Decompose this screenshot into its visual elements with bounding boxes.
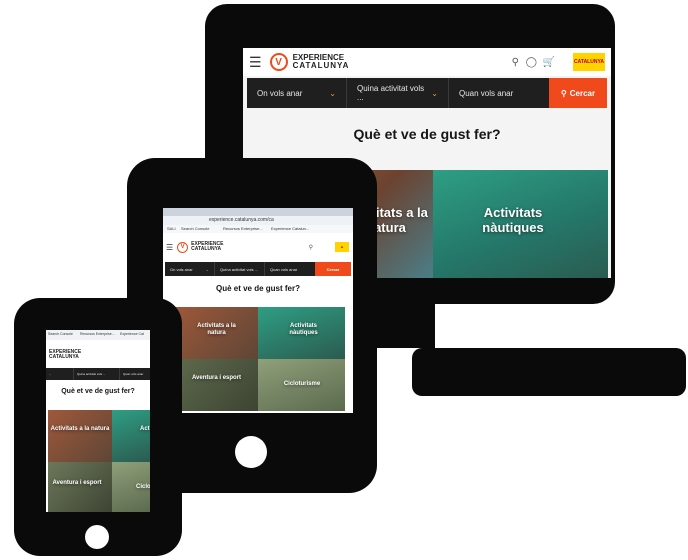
chevron-down-icon: ⌄ <box>205 266 209 272</box>
tablet-header: ☰ V EXPERIENCE CATALUNYA ⚲ ■ <box>163 234 353 260</box>
bookmark-1[interactable]: Search Console <box>48 332 73 336</box>
tablet-search-bar: On vols anar ⌄ Quina activitat vols ... Q… <box>165 262 351 276</box>
search-button[interactable]: ⚲ Cercar <box>549 78 607 108</box>
tile-nautiques-label: Activitats nàutiques <box>140 426 150 432</box>
catalunya-badge[interactable]: ■ <box>335 242 349 252</box>
bookmark-3[interactable]: Experience Cat <box>120 332 144 336</box>
chevron-down-icon: ⌄ <box>431 88 438 98</box>
tile-nautiques-label: Activitats nàutiques <box>482 205 544 235</box>
search-icon: ⚲ <box>560 88 567 98</box>
search-button-label: Cercar <box>326 266 340 272</box>
logo-line-2: CATALUNYA <box>292 61 350 70</box>
chevron-down-icon: ⌄ <box>329 88 336 98</box>
catalunya-badge[interactable]: CATALUNYA <box>573 53 605 71</box>
page-heading: Què et ve de gust fer? <box>353 126 501 142</box>
tile-cicloturisme[interactable]: Cicloturisme <box>112 462 150 512</box>
tile-nautiques-label: Activitats nàutiques <box>289 323 318 336</box>
menu-icon[interactable]: ☰ <box>249 54 262 71</box>
chevron-down-icon: ⌄ <box>49 372 52 376</box>
desktop-search-bar: On vols anar ⌄ Quina activitat vols ... ⌄ … <box>247 78 607 108</box>
logo-mark-icon: V <box>269 53 288 71</box>
tile-nautiques[interactable]: Activitats nàutiques <box>433 170 608 278</box>
phone-search-bar: ⌄ Quina activitat vols ... Quan vols ana… <box>46 368 150 380</box>
brand-logo[interactable]: EXPERIENCE CATALUNYA <box>49 350 81 360</box>
activity-field-label: Quina activitat vols ... <box>357 84 425 102</box>
page-heading: Què et ve de gust fer? <box>215 284 301 293</box>
activity-field-label: Quina activitat vols ... <box>220 266 259 272</box>
search-icon[interactable]: ⚲ <box>309 244 313 251</box>
activity-field[interactable]: Quina activitat vols ... ⌄ <box>347 78 449 108</box>
search-icon[interactable]: ⚲ <box>512 57 519 68</box>
when-field[interactable]: Quan vols anar <box>265 262 315 276</box>
catalunya-badge-label: CATALUNYA <box>574 58 604 65</box>
cart-icon[interactable]: 🛒 <box>543 57 555 68</box>
tile-natura-label: Activitats a la natura <box>50 426 110 432</box>
when-field[interactable]: Quan vols anar <box>449 78 549 108</box>
where-field[interactable]: On vols anar ⌄ <box>165 262 215 276</box>
tile-aventura[interactable]: Aventura i esport <box>171 359 258 411</box>
where-field[interactable]: On vols anar ⌄ <box>247 78 347 108</box>
tile-aventura[interactable]: Aventura i esport <box>48 462 112 512</box>
when-field[interactable]: Quan vols anar <box>120 368 150 380</box>
tile-cicloturisme[interactable]: Cicloturisme <box>258 359 345 411</box>
bookmark-3[interactable]: Recursos Enterprise... <box>223 226 263 231</box>
menu-icon[interactable]: ☰ <box>166 243 173 252</box>
monitor-stand-neck <box>375 300 435 348</box>
tablet-screen: experience.catalunya.com/ca SALI Search … <box>163 208 353 413</box>
tile-aventura-label: Aventura i esport <box>191 375 242 381</box>
user-icon[interactable]: ◯ <box>526 57 537 68</box>
tile-nautiques[interactable]: Activitats nàutiques <box>258 307 345 359</box>
search-button-label: Cercar <box>569 88 596 98</box>
bookmark-1[interactable]: SALI <box>167 226 176 231</box>
tile-natura-label: Activitats a la natura <box>197 323 236 336</box>
activity-field[interactable]: Quina activitat vols ... <box>74 368 120 380</box>
logo-mark-icon: V <box>177 241 189 253</box>
tile-cicloturisme-label: Cicloturisme <box>136 484 150 490</box>
when-field-label: Quan vols anar <box>270 266 298 272</box>
bookmark-2[interactable]: Search Console <box>181 226 209 231</box>
where-field-label: On vols anar <box>170 266 193 272</box>
browser-tabs <box>163 208 353 216</box>
phone-header: EXPERIENCE CATALUNYA <box>46 344 150 366</box>
tile-natura[interactable]: Activitats a la natura <box>48 410 112 462</box>
phone-home-button <box>85 525 109 549</box>
bookmarks-bar: SALI Search Console Recursos Enterprise.… <box>163 225 353 233</box>
bookmark-4[interactable]: Experience Catalun... <box>271 226 309 231</box>
desktop-header: ☰ V EXPERIENCE CATALUNYA ⚲ ◯ 🛒 CATALUNYA <box>243 48 611 76</box>
bookmarks-bar: Search Console Recursos Enterprise... Ex… <box>46 330 150 340</box>
tile-aventura-label: Aventura i esport <box>52 480 102 486</box>
when-field-label: Quan vols anar <box>459 88 514 98</box>
when-field-label: Quan vols anar <box>123 372 144 376</box>
tile-cicloturisme-label: Cicloturisme <box>283 381 321 387</box>
page-heading: Què et ve de gust fer? <box>61 388 135 395</box>
tablet-home-button <box>235 436 267 468</box>
phone-screen: Search Console Recursos Enterprise... Ex… <box>46 330 150 512</box>
monitor-stand-base <box>412 348 686 396</box>
logo-line-2: CATALUNYA <box>49 354 79 360</box>
where-field-label: On vols anar <box>257 88 303 98</box>
tile-nautiques[interactable]: Activitats nàutiques <box>112 410 150 462</box>
browser-address: experience.catalunya.com/ca <box>163 216 353 225</box>
brand-logo[interactable]: V EXPERIENCE CATALUNYA <box>269 53 350 71</box>
tile-natura[interactable]: Activitats a la natura <box>171 307 258 359</box>
where-field[interactable]: ⌄ <box>46 368 74 380</box>
activity-field[interactable]: Quina activitat vols ... <box>215 262 265 276</box>
activity-field-label: Quina activitat vols ... <box>77 372 106 376</box>
url-text[interactable]: experience.catalunya.com/ca <box>209 217 274 223</box>
bookmark-2[interactable]: Recursos Enterprise... <box>80 332 115 336</box>
brand-logo[interactable]: V EXPERIENCE CATALUNYA <box>177 241 223 253</box>
search-button[interactable]: Cercar <box>315 262 351 276</box>
logo-line-2: CATALUNYA <box>191 246 222 252</box>
